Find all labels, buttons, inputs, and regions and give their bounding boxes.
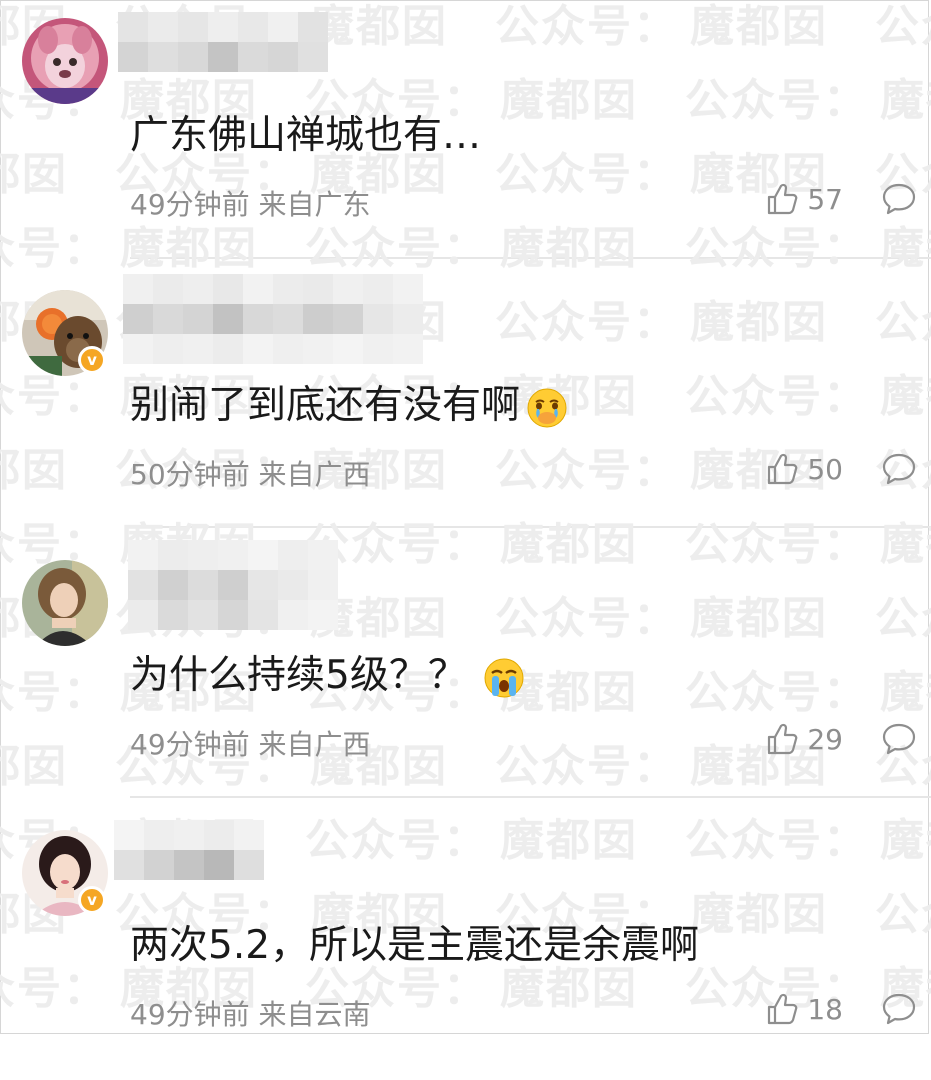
like-button[interactable]: 50	[765, 452, 843, 486]
comment-time: 49分钟前	[130, 188, 250, 221]
comment-time: 49分钟前	[130, 998, 250, 1031]
comment-time: 49分钟前	[130, 728, 250, 761]
like-count: 29	[807, 722, 843, 756]
comment-time: 50分钟前	[130, 458, 250, 491]
comment-location: 来自广东	[258, 188, 371, 221]
thumbs-up-icon	[768, 723, 798, 755]
comment-meta: 49分钟前 来自广东	[130, 183, 371, 223]
like-button[interactable]: 29	[765, 722, 843, 756]
comment-text: 两次5.2，所以是主震还是余震啊	[130, 923, 700, 968]
comment-item[interactable]: v 两次5.2，所以是主震还是余震啊 49分钟前 来自云南 18	[0, 810, 931, 1080]
username-redacted	[114, 820, 264, 880]
comment-text: 为什么持续5级？？	[130, 644, 525, 700]
crying-emoji	[484, 658, 524, 697]
reply-bubble-icon[interactable]	[881, 992, 917, 1026]
comment-item[interactable]: 广东佛山禅城也有… 49分钟前 来自广东 57	[0, 0, 931, 270]
like-count: 50	[807, 452, 843, 486]
comment-item[interactable]: 为什么持续5级？？ 49分钟前 来自广西 29	[0, 540, 931, 810]
comment-text: 广东佛山禅城也有…	[130, 113, 482, 158]
reply-bubble-icon[interactable]	[881, 722, 917, 756]
verified-badge: v	[78, 346, 106, 374]
thumbs-up-icon	[768, 183, 798, 215]
reply-bubble-icon[interactable]	[881, 452, 917, 486]
comment-item[interactable]: v 别闹了到底还有没有啊 50分钟前 来自广西 50	[0, 270, 931, 540]
comment-location: 来自广西	[258, 458, 371, 491]
username-redacted	[128, 540, 338, 630]
avatar[interactable]	[22, 560, 108, 646]
like-count: 57	[807, 182, 843, 216]
thumbs-up-icon	[768, 453, 798, 485]
comment-meta: 50分钟前 来自广西	[130, 453, 371, 493]
reply-bubble-icon[interactable]	[881, 182, 917, 216]
comment-meta: 49分钟前 来自云南	[130, 993, 371, 1033]
thumbs-up-icon	[768, 993, 798, 1025]
avatar[interactable]	[22, 18, 108, 104]
tearful-hand-over-mouth-emoji	[527, 388, 567, 427]
like-button[interactable]: 18	[765, 992, 843, 1026]
comment-text: 别闹了到底还有没有啊	[130, 374, 568, 430]
username-redacted	[118, 12, 328, 72]
like-button[interactable]: 57	[765, 182, 843, 216]
like-count: 18	[807, 992, 843, 1026]
verified-badge: v	[78, 886, 106, 914]
comment-location: 来自云南	[258, 998, 371, 1031]
username-redacted	[123, 274, 423, 364]
comment-location: 来自广西	[258, 728, 371, 761]
comment-meta: 49分钟前 来自广西	[130, 723, 371, 763]
